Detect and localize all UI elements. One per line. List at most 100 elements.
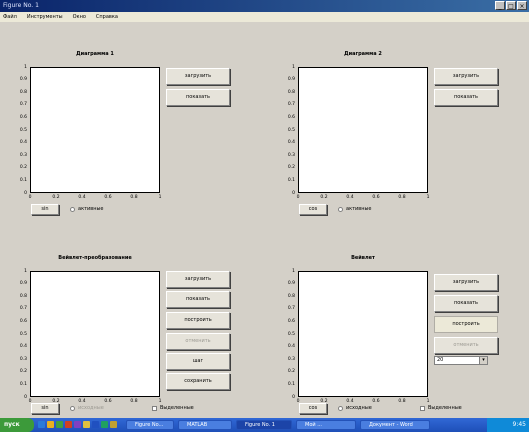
- checkbox[interactable]: [420, 406, 425, 411]
- menu-file[interactable]: Файл: [3, 12, 17, 22]
- y-tick-label: 0.8: [287, 293, 295, 299]
- y-tick-label: 0.2: [19, 165, 27, 171]
- plot-axes: [30, 271, 160, 397]
- panel-title: Вейвлет-преобразование: [58, 255, 132, 261]
- x-tick-label: 0.6: [372, 399, 380, 404]
- word-icon[interactable]: [92, 421, 99, 428]
- action-button[interactable]: сохранить: [166, 373, 230, 390]
- mode-button[interactable]: sin: [31, 403, 59, 414]
- folder-icon[interactable]: [83, 421, 90, 428]
- action-button[interactable]: загрузить: [166, 68, 230, 85]
- x-tick-label: 0.8: [398, 399, 406, 404]
- action-button[interactable]: шаг: [166, 353, 230, 370]
- radio-button[interactable]: [338, 207, 343, 212]
- ie-icon[interactable]: [38, 421, 45, 428]
- media-icon[interactable]: [74, 421, 81, 428]
- panel-title: Вейвлет: [351, 255, 375, 261]
- action-button[interactable]: показать: [434, 89, 498, 106]
- action-button[interactable]: отменить: [166, 333, 230, 350]
- maximize-button[interactable]: □: [506, 1, 516, 10]
- minimize-button[interactable]: _: [495, 1, 505, 10]
- x-tick-label: 1: [158, 399, 162, 404]
- action-button[interactable]: показать: [434, 295, 498, 312]
- menu-window[interactable]: Окно: [73, 12, 86, 22]
- action-button[interactable]: загрузить: [434, 68, 498, 85]
- x-tick-label: 0.6: [104, 399, 112, 404]
- window-controls: _ □ ×: [495, 1, 527, 11]
- mode-button[interactable]: cos: [299, 204, 327, 215]
- y-tick-label: 0.8: [19, 293, 27, 299]
- y-tick-label: 0.1: [19, 177, 27, 183]
- action-button[interactable]: построить: [434, 316, 498, 333]
- y-tick-label: 0.7: [287, 306, 295, 312]
- y-tick-label: 0.9: [287, 77, 295, 83]
- y-tick-label: 1: [292, 64, 295, 70]
- y-tick-label: 0.3: [287, 356, 295, 362]
- radio-label: активные: [78, 206, 104, 212]
- start-button[interactable]: пуск: [0, 418, 34, 432]
- y-tick-label: 0.6: [287, 318, 295, 324]
- y-tick-label: 0.6: [19, 318, 27, 324]
- mode-button[interactable]: sin: [31, 204, 59, 215]
- x-tick-label: 0: [296, 195, 300, 200]
- outlook-icon[interactable]: [47, 421, 54, 428]
- y-tick-label: 0.9: [287, 281, 295, 287]
- y-tick-label: 0.1: [19, 381, 27, 387]
- plot-axes: [30, 67, 160, 193]
- clock: 9:45: [512, 421, 526, 428]
- x-tick-label: 0.8: [398, 195, 406, 200]
- radio-button[interactable]: [338, 406, 343, 411]
- taskbar-item[interactable]: MATLAB: [178, 420, 232, 430]
- y-tick-label: 0.4: [287, 140, 295, 146]
- menu-tools[interactable]: Инструменты: [27, 12, 63, 22]
- mode-button[interactable]: cos: [299, 403, 327, 414]
- action-button[interactable]: загрузить: [434, 274, 498, 291]
- y-tick-label: 0.7: [19, 306, 27, 312]
- excel-icon[interactable]: [101, 421, 108, 428]
- y-tick-label: 0.2: [19, 369, 27, 375]
- level-select[interactable]: 20 ▾: [434, 356, 488, 365]
- taskbar-item[interactable]: Figure No...: [126, 420, 174, 430]
- plot-axes: [298, 271, 428, 397]
- radio-button[interactable]: [70, 406, 75, 411]
- action-button[interactable]: загрузить: [166, 271, 230, 288]
- explorer-icon[interactable]: [110, 421, 117, 428]
- y-tick-label: 1: [24, 268, 27, 274]
- y-tick-label: 0.3: [287, 152, 295, 158]
- x-tick-label: 1: [426, 399, 430, 404]
- plot-axes: [298, 67, 428, 193]
- chevron-down-icon: ▾: [479, 357, 487, 364]
- y-tick-label: 0.8: [287, 89, 295, 95]
- action-button[interactable]: показать: [166, 89, 230, 106]
- x-tick-label: 0.6: [372, 195, 380, 200]
- action-button[interactable]: построить: [166, 312, 230, 329]
- y-tick-label: 0.1: [287, 381, 295, 387]
- x-tick-label: 0.4: [346, 399, 354, 404]
- taskbar-item[interactable]: Мой ...: [296, 420, 356, 430]
- y-tick-label: 0.4: [287, 344, 295, 350]
- taskbar-item[interactable]: Документ - Word: [360, 420, 430, 430]
- y-tick-label: 0.5: [287, 331, 295, 337]
- x-tick-label: 0.2: [320, 195, 328, 200]
- x-tick-label: 0.2: [52, 195, 60, 200]
- panel-title: Диаграмма 1: [76, 51, 114, 57]
- taskbar-item[interactable]: Figure No. 1: [236, 420, 292, 430]
- checkbox[interactable]: [152, 406, 157, 411]
- radio-button[interactable]: [70, 207, 75, 212]
- system-tray: 9:45: [487, 418, 529, 432]
- radio-label: исходные: [78, 405, 104, 411]
- y-tick-label: 0.7: [19, 102, 27, 108]
- y-tick-label: 0.6: [287, 114, 295, 120]
- menu-help[interactable]: Справка: [96, 12, 118, 22]
- desktop-icon[interactable]: [56, 421, 63, 428]
- close-button[interactable]: ×: [517, 1, 527, 10]
- action-button[interactable]: отменить: [434, 337, 498, 354]
- taskbar: пуск Figure No... MATLAB Figure No. 1 Мой .…: [0, 418, 529, 432]
- y-tick-label: 0.1: [287, 177, 295, 183]
- select-value: 20: [437, 357, 444, 363]
- action-button[interactable]: показать: [166, 291, 230, 308]
- matlab-icon[interactable]: [65, 421, 72, 428]
- y-tick-label: 1: [292, 268, 295, 274]
- y-tick-label: 0.2: [287, 165, 295, 171]
- panel-title: Диаграмма 2: [344, 51, 382, 57]
